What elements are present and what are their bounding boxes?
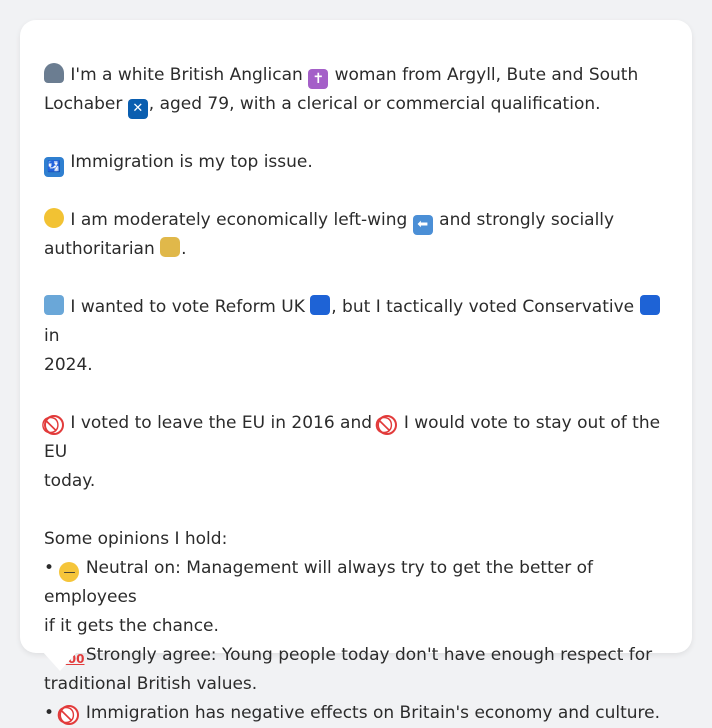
ideology-text-c: authoritarian	[44, 239, 155, 259]
opinion-3-line-1: Immigration has negative effects on Brit…	[85, 703, 661, 723]
issue-line: 🛂 Immigration is my top issue.	[44, 148, 668, 177]
identity-text-d: , aged 79, with a clerical or commercial…	[148, 94, 601, 114]
eu-line-2: today.	[44, 467, 668, 496]
ideology-line-2: authoritarian .	[44, 235, 668, 264]
ideology-text-b: and strongly socially	[439, 210, 615, 230]
vote-text-a: I wanted to vote Reform UK	[70, 297, 305, 317]
blue-square-icon	[310, 295, 331, 315]
persona-message-bubble: I'm a white British Anglican ✝ woman fro…	[20, 20, 692, 725]
prohibited-icon: ⃠	[59, 705, 80, 725]
opinion-1-line-2: if it gets the chance.	[44, 616, 219, 636]
vote-line-2: 2024.	[44, 351, 668, 380]
left-arrow-icon: ⬅	[412, 215, 433, 235]
ideology-paragraph: I am moderately economically left-wing ⬅…	[44, 206, 668, 264]
identity-paragraph: I'm a white British Anglican ✝ woman fro…	[44, 61, 668, 119]
vote-paragraph: I wanted to vote Reform UK , but I tacti…	[44, 293, 668, 380]
thinking-face-icon	[44, 208, 64, 228]
ballot-box-icon	[44, 295, 64, 315]
eu-text-c: today.	[44, 471, 96, 491]
issue-paragraph: 🛂 Immigration is my top issue.	[44, 148, 668, 177]
ideology-text-a: I am moderately economically left-wing	[70, 210, 408, 230]
passport-control-icon: 🛂	[44, 157, 64, 177]
neutral-face-icon: —	[59, 562, 80, 582]
opinions-heading: Some opinions I hold:	[44, 529, 228, 549]
opinion-item-2-cont: traditional British values.	[44, 670, 668, 699]
ideology-line-1: I am moderately economically left-wing ⬅…	[44, 206, 668, 235]
issue-text: Immigration is my top issue.	[70, 152, 313, 172]
vote-text-c: in	[44, 326, 60, 346]
identity-text-b: woman from Argyll, Bute and South	[334, 65, 639, 85]
identity-line-2: Lochaber ✕, aged 79, with a clerical or …	[44, 90, 668, 119]
bubble-tail	[42, 651, 78, 671]
opinion-item-3: • ⃠ Immigration has negative effects on …	[44, 699, 668, 728]
opinion-2-line-1: Strongly agree: Young people today don't…	[85, 645, 653, 665]
ideology-text-d: .	[181, 239, 187, 259]
opinion-item-2: • 100 Strongly agree: Young people today…	[44, 641, 668, 670]
vote-text-b: , but I tactically voted Conservative	[331, 297, 635, 317]
blue-square-icon	[639, 295, 660, 315]
lock-icon	[160, 237, 181, 257]
identity-text-c: Lochaber	[44, 94, 123, 114]
opinion-2-line-2: traditional British values.	[44, 674, 258, 694]
opinions-paragraph: Some opinions I hold: • — Neutral on: Ma…	[44, 525, 668, 728]
bullet: •	[44, 558, 55, 578]
person-icon	[44, 63, 64, 83]
vote-text-d: 2024.	[44, 355, 93, 375]
eu-text-a: I voted to leave the EU in 2016 and	[70, 413, 373, 433]
identity-line-1: I'm a white British Anglican ✝ woman fro…	[44, 61, 668, 90]
eu-line-1: ⃠ I voted to leave the EU in 2016 and ⃠ …	[44, 409, 668, 467]
opinion-1-line-1: Neutral on: Management will always try t…	[44, 558, 593, 607]
prohibited-icon: ⃠	[44, 415, 64, 435]
vote-line-1: I wanted to vote Reform UK , but I tacti…	[44, 293, 668, 351]
bullet: •	[44, 703, 55, 723]
prohibited-icon: ⃠	[377, 415, 398, 435]
latin-cross-icon: ✝	[308, 69, 329, 89]
scotland-flag-icon: ✕	[127, 99, 148, 119]
opinion-item-1-cont: if it gets the chance.	[44, 612, 668, 641]
opinion-item-1: • — Neutral on: Management will always t…	[44, 554, 668, 612]
identity-text-a: I'm a white British Anglican	[70, 65, 303, 85]
eu-paragraph: ⃠ I voted to leave the EU in 2016 and ⃠ …	[44, 409, 668, 496]
